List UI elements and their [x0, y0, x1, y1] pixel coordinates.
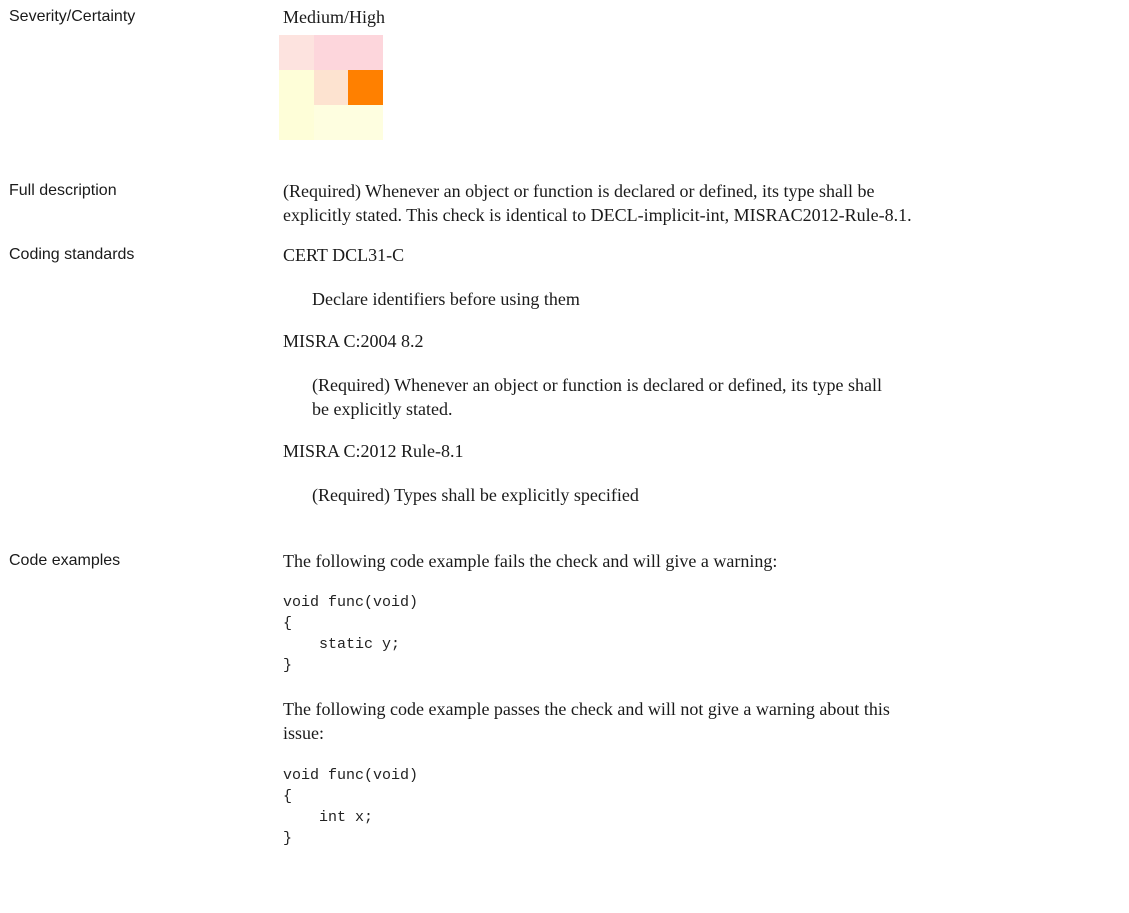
coding-standards-label: Coding standards — [9, 246, 135, 263]
severity-certainty-label: Severity/Certainty — [9, 8, 136, 25]
standard-name-cert: CERT DCL31-C — [283, 245, 405, 265]
fail-code-block: void func(void) { static y; } — [283, 594, 419, 674]
matrix-cell-r1c2 — [348, 70, 383, 105]
severity-certainty-value: Medium/High — [283, 7, 385, 27]
standard-desc-misra2012: (Required) Types shall be explicitly spe… — [312, 485, 639, 505]
standard-desc-cert: Declare identifiers before using them — [312, 289, 580, 309]
pass-example-intro-line-2: issue: — [283, 723, 325, 743]
matrix-cell-r0c0 — [279, 35, 314, 70]
pass-code-block: void func(void) { int x; } — [283, 767, 419, 847]
severity-certainty-matrix — [279, 35, 383, 140]
standard-name-misra2012: MISRA C:2012 Rule-8.1 — [283, 441, 464, 461]
standard-name-misra2004: MISRA C:2004 8.2 — [283, 331, 424, 351]
matrix-cell-r2c1 — [313, 105, 349, 140]
standard-desc-misra2004-line-2: be explicitly stated. — [312, 399, 453, 419]
pass-example-intro-line-1: The following code example passes the ch… — [283, 699, 890, 719]
full-description-line-1: (Required) Whenever an object or functio… — [283, 181, 875, 201]
full-description-label: Full description — [9, 182, 117, 199]
standard-desc-misra2004-line-1: (Required) Whenever an object or functio… — [312, 375, 882, 395]
code-examples-label: Code examples — [9, 552, 121, 569]
matrix-cell-r1c0 — [279, 70, 314, 105]
matrix-cell-r0c2 — [348, 35, 383, 70]
matrix-cell-r2c2 — [348, 105, 383, 140]
matrix-cell-r2c0 — [279, 105, 314, 140]
matrix-cell-r1c1 — [313, 70, 349, 105]
full-description-line-2: explicitly stated. This check is identic… — [283, 205, 912, 225]
fail-example-intro: The following code example fails the che… — [283, 551, 778, 571]
matrix-cell-r0c1 — [313, 35, 349, 70]
